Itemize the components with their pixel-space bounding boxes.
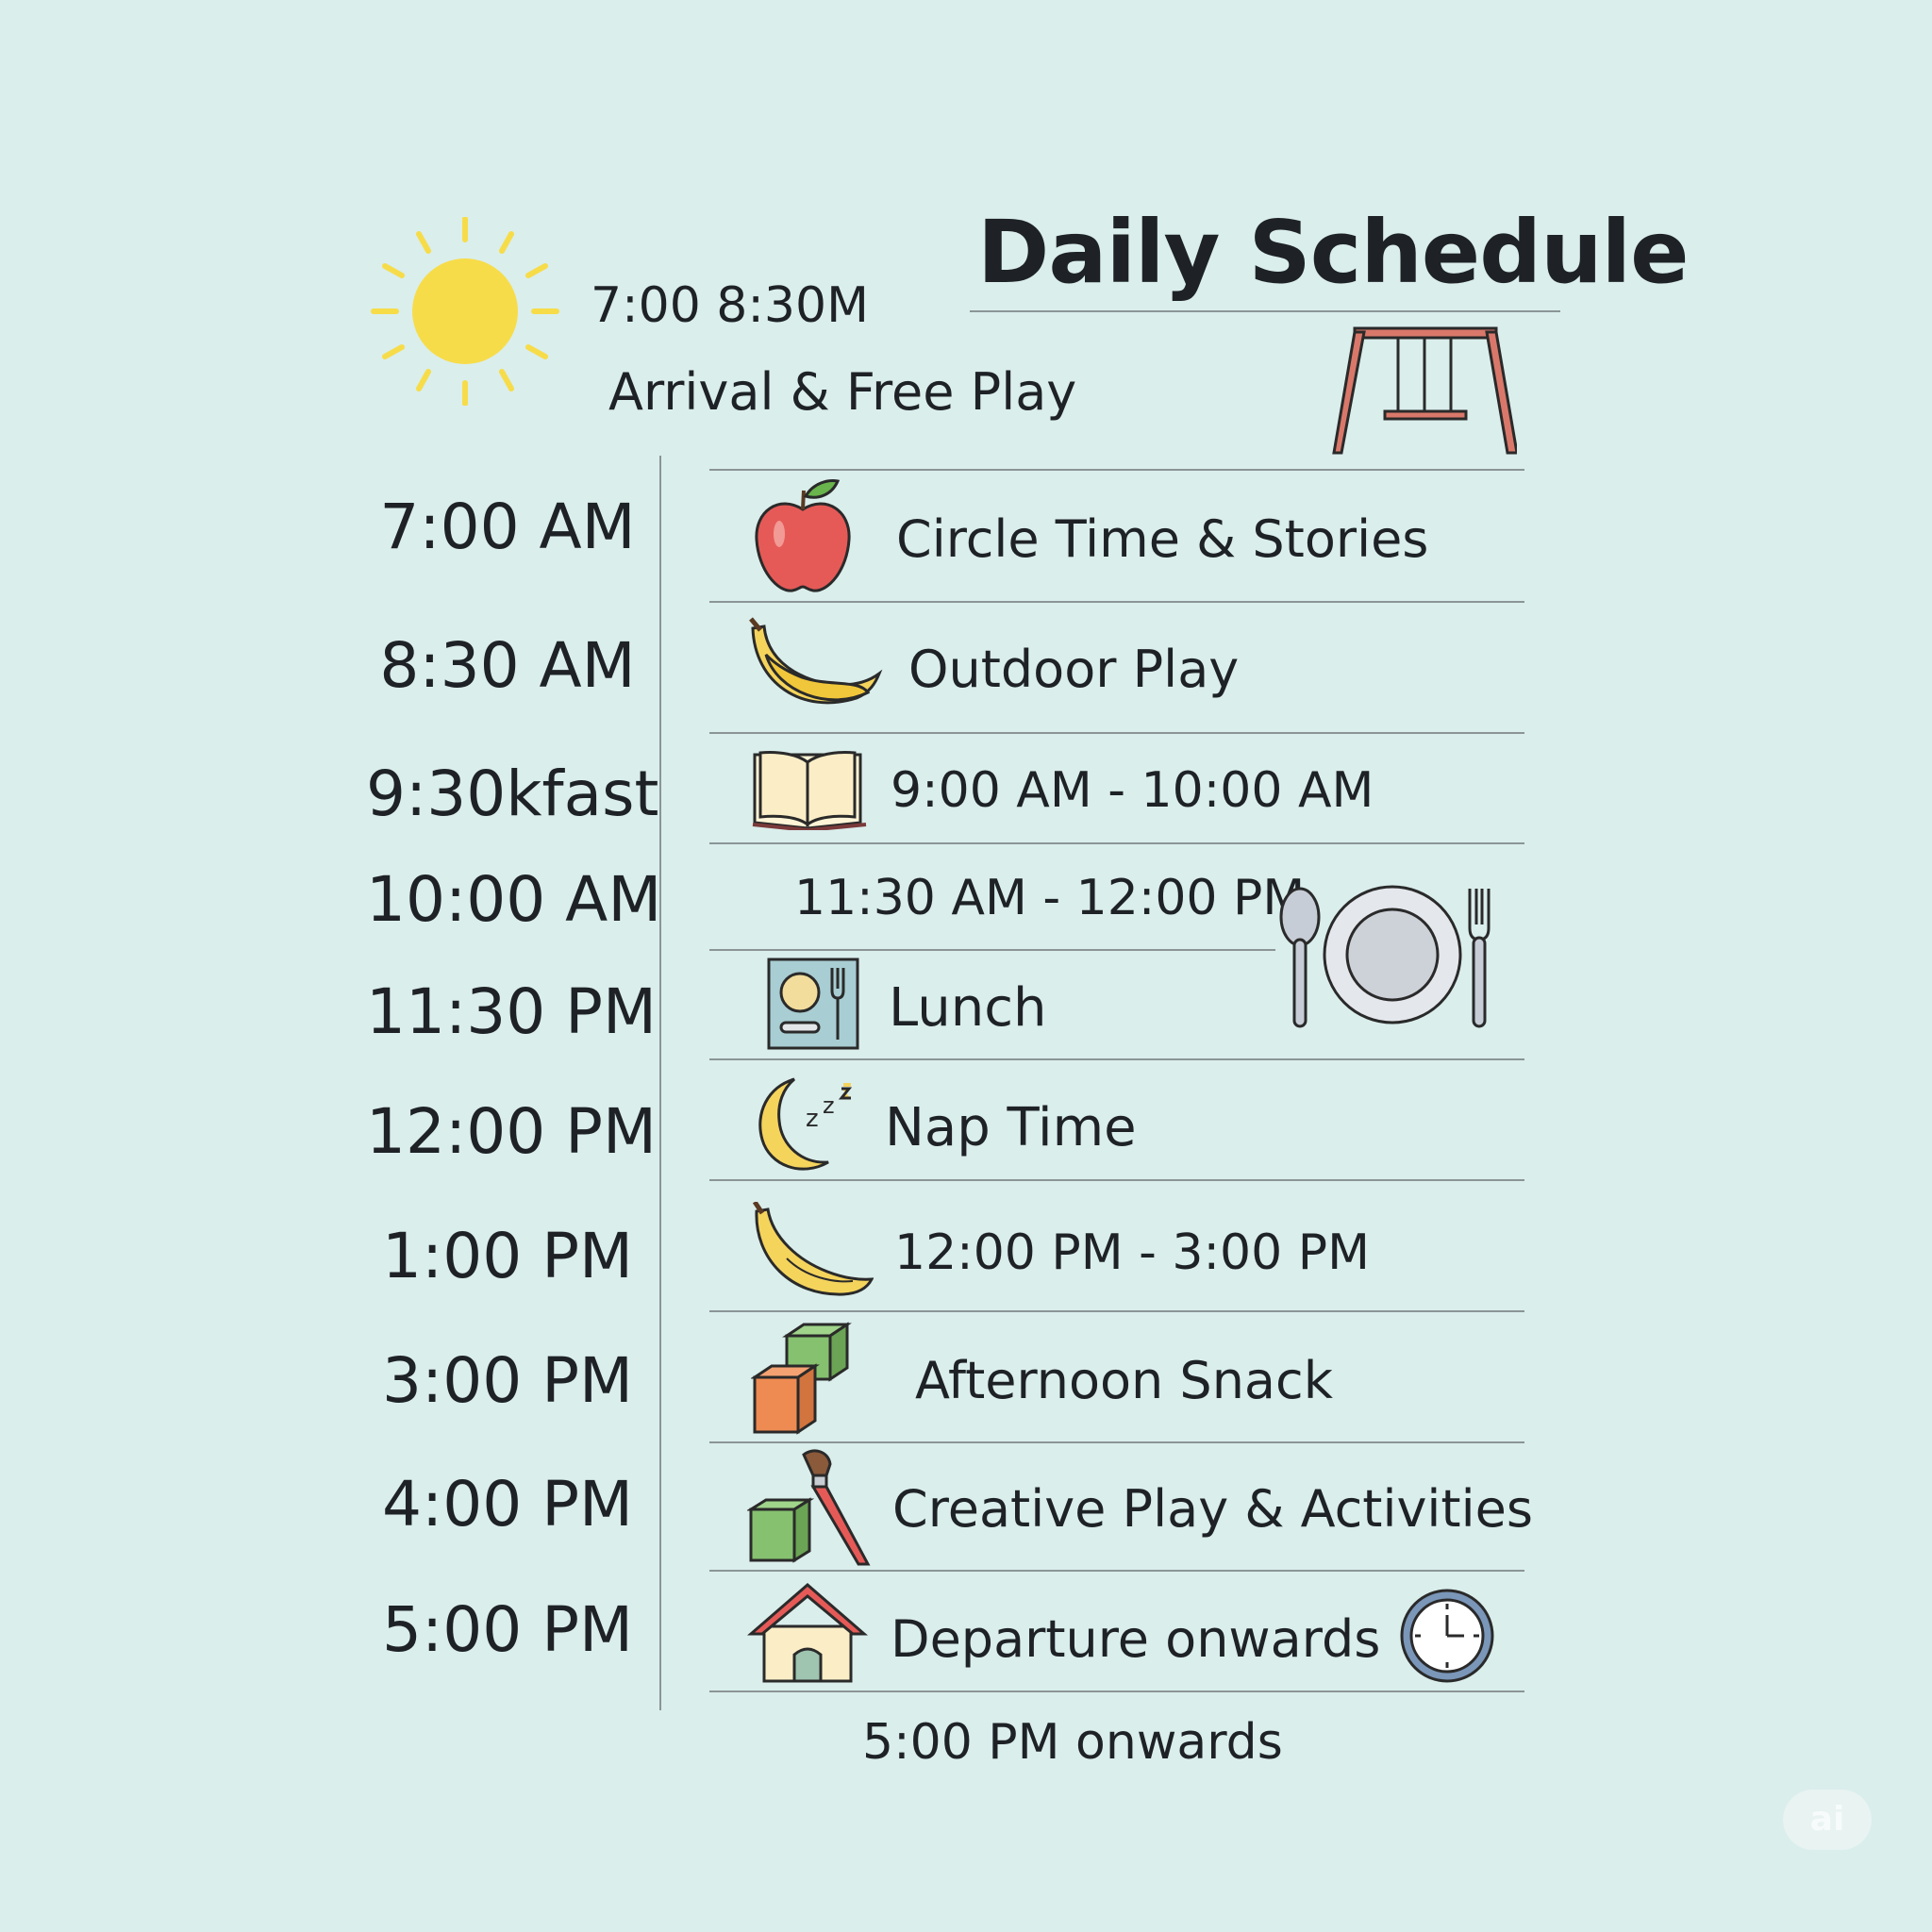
house-icon	[747, 1583, 868, 1683]
swing-icon	[1332, 326, 1517, 455]
activity-label: Creative Play & Activities	[892, 1479, 1533, 1539]
time-label: 7:00 AM	[379, 491, 636, 563]
row-divider	[709, 842, 1524, 844]
activity-label: Outdoor Play	[908, 640, 1240, 699]
ai-badge: ai	[1783, 1790, 1872, 1850]
svg-text:z: z	[806, 1105, 819, 1133]
page-title: Daily Schedule	[977, 202, 1689, 303]
clock-icon	[1400, 1589, 1494, 1683]
time-label: 3:00 PM	[382, 1344, 633, 1417]
blocks-icon	[751, 1322, 852, 1435]
svg-text:z: z	[823, 1092, 835, 1119]
time-label: 1:00 PM	[382, 1220, 633, 1292]
time-label: 10:00 AM	[366, 863, 662, 936]
banana-icon	[752, 1202, 874, 1296]
timeline-divider	[659, 456, 661, 1710]
row-divider	[709, 1570, 1524, 1572]
time-label: 5:00 PM	[382, 1593, 633, 1666]
activity-label: Afternoon Snack	[915, 1351, 1333, 1410]
sun-icon	[371, 217, 559, 406]
activity-label: Circle Time & Stories	[896, 509, 1429, 569]
apple-icon	[755, 479, 851, 592]
activity-label: 12:00 PM - 3:00 PM	[894, 1224, 1370, 1281]
activity-label: Nap Time	[885, 1097, 1137, 1158]
time-label: 8:30 AM	[379, 629, 636, 702]
row-divider	[709, 949, 1275, 951]
activity-label: 11:30 AM - 12:00 PM	[794, 870, 1306, 926]
activity-label: 9:00 AM - 10:00 AM	[891, 762, 1374, 819]
intro-label: Arrival & Free Play	[608, 362, 1077, 422]
row-divider	[709, 601, 1524, 603]
moon-zzz-icon: z z	[758, 1077, 853, 1171]
plate-cutlery-icon	[1279, 885, 1491, 1028]
activity-label: Lunch	[889, 977, 1047, 1039]
time-label: 11:30 PM	[366, 975, 657, 1048]
row-divider	[709, 1441, 1524, 1443]
title-underline	[970, 310, 1560, 312]
banana-icon	[749, 617, 883, 705]
row-divider	[709, 1179, 1524, 1181]
row-divider	[709, 732, 1524, 734]
blocks-paintbrush-icon	[747, 1449, 871, 1566]
activity-label: Departure onwards	[891, 1609, 1381, 1669]
row-divider	[709, 1058, 1524, 1060]
time-label: 9:30kfast	[366, 758, 659, 830]
book-icon	[752, 751, 867, 830]
footer-time: 5:00 PM onwards	[862, 1714, 1283, 1771]
lunch-tray-icon	[767, 958, 859, 1050]
time-label: 12:00 PM	[366, 1095, 657, 1168]
row-divider	[709, 1310, 1524, 1312]
intro-time: 7:00 8:30M	[591, 277, 869, 334]
row-divider	[709, 469, 1524, 471]
row-divider	[709, 1690, 1524, 1692]
time-label: 4:00 PM	[382, 1468, 633, 1541]
